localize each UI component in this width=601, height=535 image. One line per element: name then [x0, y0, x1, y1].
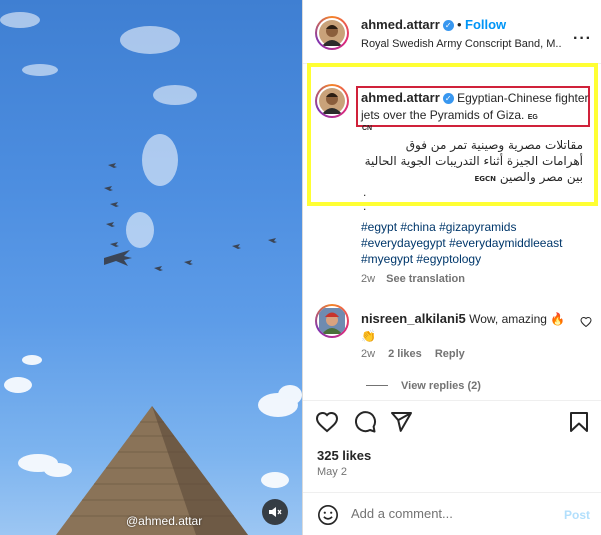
caption-tag-en: EG	[527, 114, 538, 121]
hashtag-link[interactable]: #everydaymiddleeast	[449, 236, 562, 250]
commenter-username[interactable]: nisreen_alkilani5	[361, 311, 466, 326]
composer-divider	[303, 492, 601, 493]
caption-hashtags: #egypt #china #gizapyramids #everydayegy…	[361, 219, 591, 267]
comment-body: nisreen_alkilani5 Wow, amazing 🔥 👏	[361, 310, 571, 345]
heart-icon[interactable]	[315, 410, 339, 434]
hashtag-link[interactable]: #china	[400, 220, 435, 234]
speaker-muted-icon	[269, 507, 282, 517]
caption-avatar[interactable]	[317, 86, 347, 116]
caption-english: ahmed.attarr ✓ Egyptian-Chinese fighter j…	[361, 89, 589, 126]
mute-button[interactable]	[262, 499, 288, 525]
hashtag-link[interactable]: #myegypt	[361, 252, 413, 266]
comment-age: 2w	[361, 348, 376, 360]
caption-username[interactable]: ahmed.attarr	[361, 90, 440, 105]
caption-arabic: مقاتلات مصرية وصينية تمر من فوق أهرامات …	[361, 137, 583, 187]
caption-tag-en-tail: CN	[362, 125, 373, 132]
actions-divider	[303, 400, 601, 401]
verified-badge-icon: ✓	[442, 93, 454, 104]
author-username[interactable]: ahmed.attarr ✓	[361, 17, 454, 32]
replies-divider	[366, 385, 388, 386]
comment-like-heart-icon[interactable]	[580, 316, 592, 328]
reply-button[interactable]: Reply	[435, 348, 465, 360]
caption-age: 2w	[361, 273, 376, 285]
caption-tag-ar: EGCN	[474, 175, 497, 183]
follow-button[interactable]: Follow	[465, 17, 506, 32]
comment-likes-link[interactable]: 2 likes	[388, 348, 422, 360]
media-watermark: @ahmed.attar	[126, 514, 203, 528]
comment-icon[interactable]	[353, 410, 377, 434]
emoji-icon[interactable]	[317, 504, 339, 526]
caption-dot-1: .	[363, 185, 367, 199]
hashtag-link[interactable]: #egypt	[361, 220, 397, 234]
caption-meta: 2w See translation	[361, 273, 465, 285]
hashtag-link[interactable]: #gizapyramids	[439, 220, 516, 234]
post-details-panel: ahmed.attarr ✓ • Follow Royal Swedish Arm…	[303, 0, 601, 535]
caption-dot-2: .	[363, 199, 367, 213]
bookmark-icon[interactable]	[567, 410, 591, 434]
commenter-avatar[interactable]	[317, 306, 347, 336]
audio-subtitle[interactable]: Royal Swedish Army Conscript Band, M...	[361, 38, 561, 50]
likes-count[interactable]: 325 likes	[317, 448, 371, 463]
author-avatar[interactable]	[317, 18, 347, 48]
view-replies-button[interactable]: View replies (2)	[401, 380, 481, 392]
post-date: May 2	[317, 466, 347, 478]
hashtag-link[interactable]: #egyptology	[416, 252, 481, 266]
post-media[interactable]: @ahmed.attar	[0, 0, 302, 535]
author-avatar-image	[319, 20, 345, 46]
header-separator: •	[457, 17, 462, 32]
comment-meta: 2w 2 likes Reply	[361, 348, 475, 360]
caption-avatar-image	[319, 88, 345, 114]
verified-badge-icon: ✓	[442, 20, 454, 31]
see-translation-button[interactable]: See translation	[386, 273, 465, 285]
commenter-avatar-image	[319, 308, 345, 334]
comment-input[interactable]	[351, 506, 541, 521]
pyramid-jets-photo	[0, 12, 302, 535]
post-comment-button[interactable]: Post	[564, 508, 590, 522]
more-options-icon[interactable]: ···	[573, 30, 592, 48]
send-icon[interactable]	[389, 410, 413, 434]
hashtag-link[interactable]: #everydayegypt	[361, 236, 446, 250]
